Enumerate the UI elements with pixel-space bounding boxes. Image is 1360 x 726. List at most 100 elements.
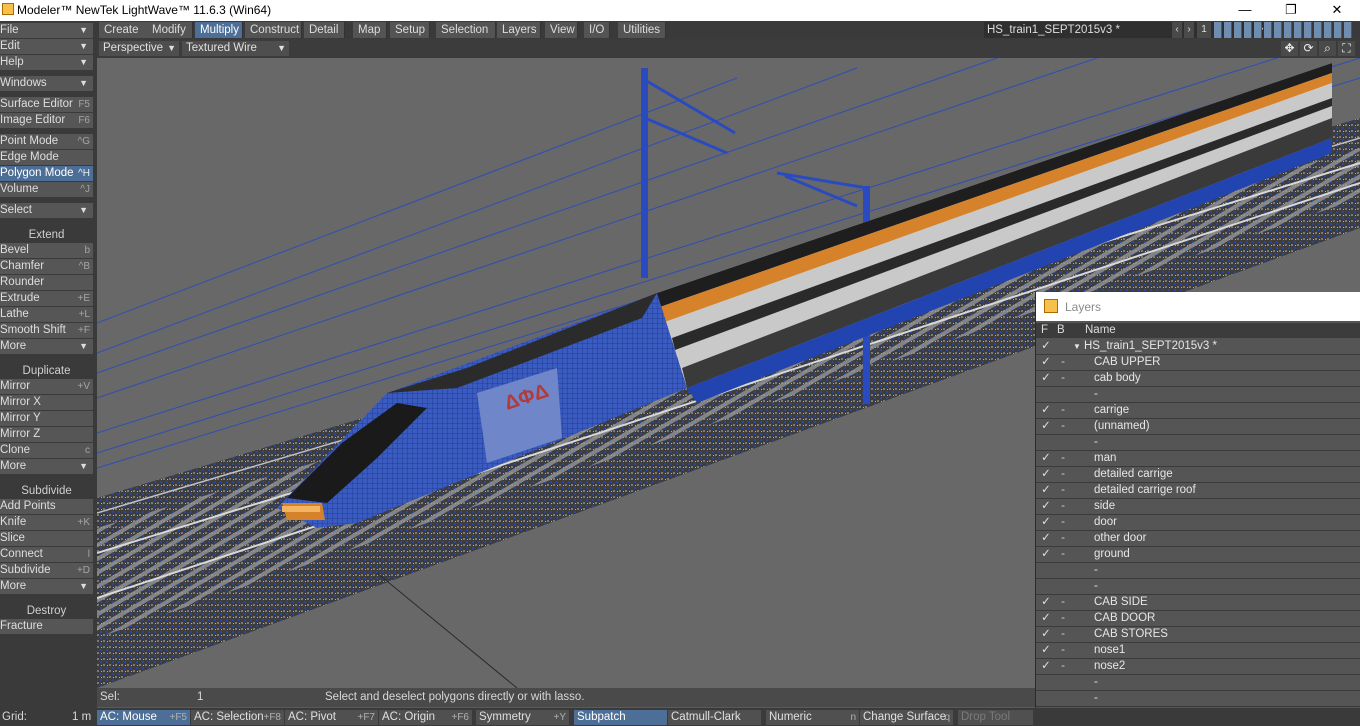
background-toggle[interactable]: - xyxy=(1056,531,1070,546)
layer-row[interactable]: ✓ - detailed carrige xyxy=(1036,467,1360,483)
layer-row[interactable]: ✓ - nose1 xyxy=(1036,643,1360,659)
layer-row[interactable]: ✓ - other door xyxy=(1036,531,1360,547)
frame-cell[interactable] xyxy=(1244,22,1252,38)
tab-modify[interactable]: Modify xyxy=(147,22,193,38)
foreground-checkmark-icon[interactable]: ✓ xyxy=(1039,611,1053,626)
point-mode-button[interactable]: Point Mode ^G xyxy=(0,134,93,149)
extrude-button[interactable]: Extrude +E xyxy=(0,291,93,306)
frame-cell[interactable] xyxy=(1344,22,1352,38)
prev-frame-icon[interactable]: ‹ xyxy=(1172,22,1182,38)
frame-cell[interactable] xyxy=(1224,22,1232,38)
frame-cell[interactable] xyxy=(1324,22,1332,38)
foreground-checkmark-icon[interactable]: ✓ xyxy=(1039,371,1053,386)
layer-row[interactable]: ✓ - man xyxy=(1036,451,1360,467)
tab-multiply[interactable]: Multiply xyxy=(195,22,243,38)
projection-dropdown[interactable]: Perspective ▼ xyxy=(99,41,179,56)
tab-detail[interactable]: Detail xyxy=(304,22,345,38)
frame-number[interactable]: 1 xyxy=(1197,22,1211,38)
drop-tool-button[interactable]: Drop Tool xyxy=(958,710,1033,725)
symmetry-button[interactable]: Symmetry +Y xyxy=(476,710,569,725)
layer-row[interactable]: - xyxy=(1036,387,1360,403)
ac-pivot-button[interactable]: AC: Pivot +F7 xyxy=(285,710,378,725)
subpatch-button[interactable]: Subpatch xyxy=(574,710,667,725)
clone-button[interactable]: Clone c xyxy=(0,443,93,458)
layers-panel-header[interactable]: Layers xyxy=(1036,292,1360,321)
layer-row[interactable]: ✓ - cab body xyxy=(1036,371,1360,387)
foreground-checkmark-icon[interactable]: ✓ xyxy=(1039,403,1053,418)
foreground-checkmark-icon[interactable]: ✓ xyxy=(1039,515,1053,530)
foreground-checkmark-icon[interactable]: ✓ xyxy=(1039,547,1053,562)
tab-io[interactable]: I/O xyxy=(584,22,610,38)
frame-cell[interactable] xyxy=(1274,22,1282,38)
tab-setup[interactable]: Setup xyxy=(390,22,430,38)
layer-row[interactable]: - xyxy=(1036,563,1360,579)
background-toggle[interactable]: - xyxy=(1056,403,1070,418)
maximize-view-icon[interactable]: ⛶ xyxy=(1338,41,1355,56)
background-toggle[interactable]: - xyxy=(1056,627,1070,642)
next-frame-icon[interactable]: › xyxy=(1184,22,1194,38)
bevel-button[interactable]: Bevel b xyxy=(0,243,93,258)
foreground-checkmark-icon[interactable]: ✓ xyxy=(1039,595,1053,610)
background-toggle[interactable]: - xyxy=(1056,371,1070,386)
edge-mode-button[interactable]: Edge Mode xyxy=(0,150,93,165)
frame-cell[interactable] xyxy=(1284,22,1292,38)
subdivide-more-menu[interactable]: More ▼ xyxy=(0,579,93,594)
background-toggle[interactable]: - xyxy=(1056,451,1070,466)
layer-row[interactable]: ✓ - nose2 xyxy=(1036,659,1360,675)
extend-more-menu[interactable]: More ▼ xyxy=(0,339,93,354)
background-toggle[interactable]: - xyxy=(1056,467,1070,482)
select-menu[interactable]: Select ▼ xyxy=(0,203,93,218)
edit-menu[interactable]: Edit ▼ xyxy=(0,39,93,54)
rounder-button[interactable]: Rounder xyxy=(0,275,93,290)
numeric-button[interactable]: Numeric n xyxy=(766,710,859,725)
frame-cell[interactable] xyxy=(1294,22,1302,38)
frame-cell[interactable] xyxy=(1214,22,1222,38)
slice-button[interactable]: Slice xyxy=(0,531,93,546)
layer-row[interactable]: ✓ - door xyxy=(1036,515,1360,531)
surface-editor-button[interactable]: Surface Editor F5 xyxy=(0,97,93,112)
background-toggle[interactable]: - xyxy=(1056,419,1070,434)
frame-cell[interactable] xyxy=(1304,22,1312,38)
polygon-mode-button[interactable]: Polygon Mode ^H xyxy=(0,166,93,181)
foreground-checkmark-icon[interactable]: ✓ xyxy=(1039,355,1053,370)
ac-origin-button[interactable]: AC: Origin +F6 xyxy=(379,710,472,725)
duplicate-more-menu[interactable]: More ▼ xyxy=(0,459,93,474)
background-toggle[interactable]: - xyxy=(1056,483,1070,498)
maximize-button[interactable]: ❐ xyxy=(1268,0,1314,21)
layer-row[interactable]: - xyxy=(1036,675,1360,691)
foreground-checkmark-icon[interactable]: ✓ xyxy=(1039,627,1053,642)
layer-row[interactable]: ✓ - CAB UPPER xyxy=(1036,355,1360,371)
ac-selection-button[interactable]: AC: Selection +F8 xyxy=(191,710,284,725)
background-toggle[interactable]: - xyxy=(1056,515,1070,530)
foreground-checkmark-icon[interactable]: ✓ xyxy=(1039,531,1053,546)
layer-row[interactable]: - xyxy=(1036,579,1360,595)
layer-row[interactable]: - xyxy=(1036,435,1360,451)
background-toggle[interactable]: - xyxy=(1056,595,1070,610)
layer-row[interactable]: ✓ - detailed carrige roof xyxy=(1036,483,1360,499)
smooth-shift-button[interactable]: Smooth Shift +F xyxy=(0,323,93,338)
layer-row[interactable]: ✓ - carrige xyxy=(1036,403,1360,419)
rotate-view-icon[interactable]: ⟳ xyxy=(1300,41,1317,56)
fracture-button[interactable]: Fracture xyxy=(0,619,93,634)
layer-row[interactable]: ✓ - CAB SIDE xyxy=(1036,595,1360,611)
frame-cell[interactable] xyxy=(1334,22,1342,38)
foreground-checkmark-icon[interactable]: ✓ xyxy=(1039,419,1053,434)
tab-utilities[interactable]: Utilities xyxy=(618,22,666,38)
lathe-button[interactable]: Lathe +L xyxy=(0,307,93,322)
foreground-checkmark-icon[interactable]: ✓ xyxy=(1039,499,1053,514)
mirror-x-button[interactable]: Mirror X xyxy=(0,395,93,410)
close-button[interactable]: ✕ xyxy=(1314,0,1360,21)
background-toggle[interactable]: - xyxy=(1056,355,1070,370)
layer-row[interactable]: ✓ - (unnamed) xyxy=(1036,419,1360,435)
layer-group-row[interactable]: ✓ ▼ HS_train1_SEPT2015v3 * xyxy=(1036,339,1360,355)
windows-menu[interactable]: Windows ▼ xyxy=(0,76,93,91)
background-toggle[interactable]: - xyxy=(1056,547,1070,562)
background-toggle[interactable]: - xyxy=(1056,643,1070,658)
tab-selection[interactable]: Selection xyxy=(436,22,496,38)
chamfer-button[interactable]: Chamfer ^B xyxy=(0,259,93,274)
connect-button[interactable]: Connect l xyxy=(0,547,93,562)
frame-cell[interactable] xyxy=(1234,22,1242,38)
subpatch-type-dropdown[interactable]: Catmull-Clark xyxy=(668,710,761,725)
ac-mouse-button[interactable]: AC: Mouse +F5 xyxy=(97,710,190,725)
foreground-checkmark-icon[interactable]: ✓ xyxy=(1039,643,1053,658)
